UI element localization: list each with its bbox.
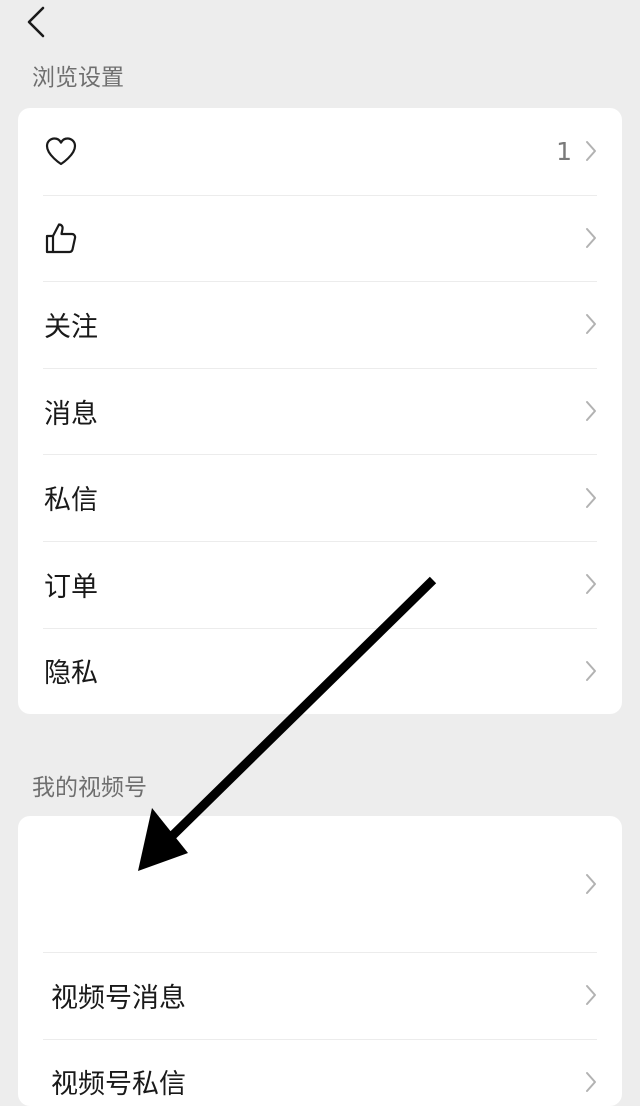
list-item-messages[interactable]: 消息 xyxy=(18,367,622,455)
liked-count: 1 xyxy=(556,136,572,166)
row-label: 关注 xyxy=(44,311,98,343)
list-item-channel-profile[interactable] xyxy=(18,816,622,952)
chevron-right-icon xyxy=(584,399,598,423)
list-item-privacy[interactable]: 隐私 xyxy=(18,627,622,714)
chevron-right-icon xyxy=(584,872,598,896)
chevron-right-icon xyxy=(584,659,598,683)
list-item-liked[interactable]: 1 xyxy=(18,108,622,195)
chevron-right-icon xyxy=(584,312,598,336)
thumbs-up-icon xyxy=(44,220,584,256)
row-label: 视频号消息 xyxy=(51,982,186,1014)
chevron-right-icon xyxy=(584,226,598,250)
row-label: 私信 xyxy=(44,485,98,517)
list-item-channel-direct-messages[interactable]: 视频号私信 xyxy=(18,1038,622,1106)
list-item-likes[interactable] xyxy=(18,194,622,282)
chevron-right-icon xyxy=(584,572,598,596)
chevron-right-icon xyxy=(584,983,598,1007)
browse-settings-card: 1 关注 消息 私信 订单 隐私 xyxy=(18,108,622,714)
list-item-follow[interactable]: 关注 xyxy=(18,281,622,368)
list-item-direct-messages[interactable]: 私信 xyxy=(18,454,622,541)
back-button[interactable] xyxy=(18,2,54,42)
chevron-left-icon xyxy=(27,6,45,38)
row-label: 视频号私信 xyxy=(51,1069,186,1101)
list-item-channel-messages[interactable]: 视频号消息 xyxy=(18,952,622,1039)
section-title-browse-settings: 浏览设置 xyxy=(32,65,124,91)
my-channels-card: 视频号消息 视频号私信 xyxy=(18,816,622,1106)
chevron-right-icon xyxy=(584,139,598,163)
heart-icon xyxy=(44,133,556,169)
chevron-right-icon xyxy=(584,486,598,510)
chevron-right-icon xyxy=(584,1070,598,1094)
section-title-my-channels: 我的视频号 xyxy=(32,775,147,801)
row-label: 订单 xyxy=(44,571,98,603)
row-label: 消息 xyxy=(44,398,98,430)
row-label: 隐私 xyxy=(44,658,98,690)
list-item-orders[interactable]: 订单 xyxy=(18,540,622,628)
